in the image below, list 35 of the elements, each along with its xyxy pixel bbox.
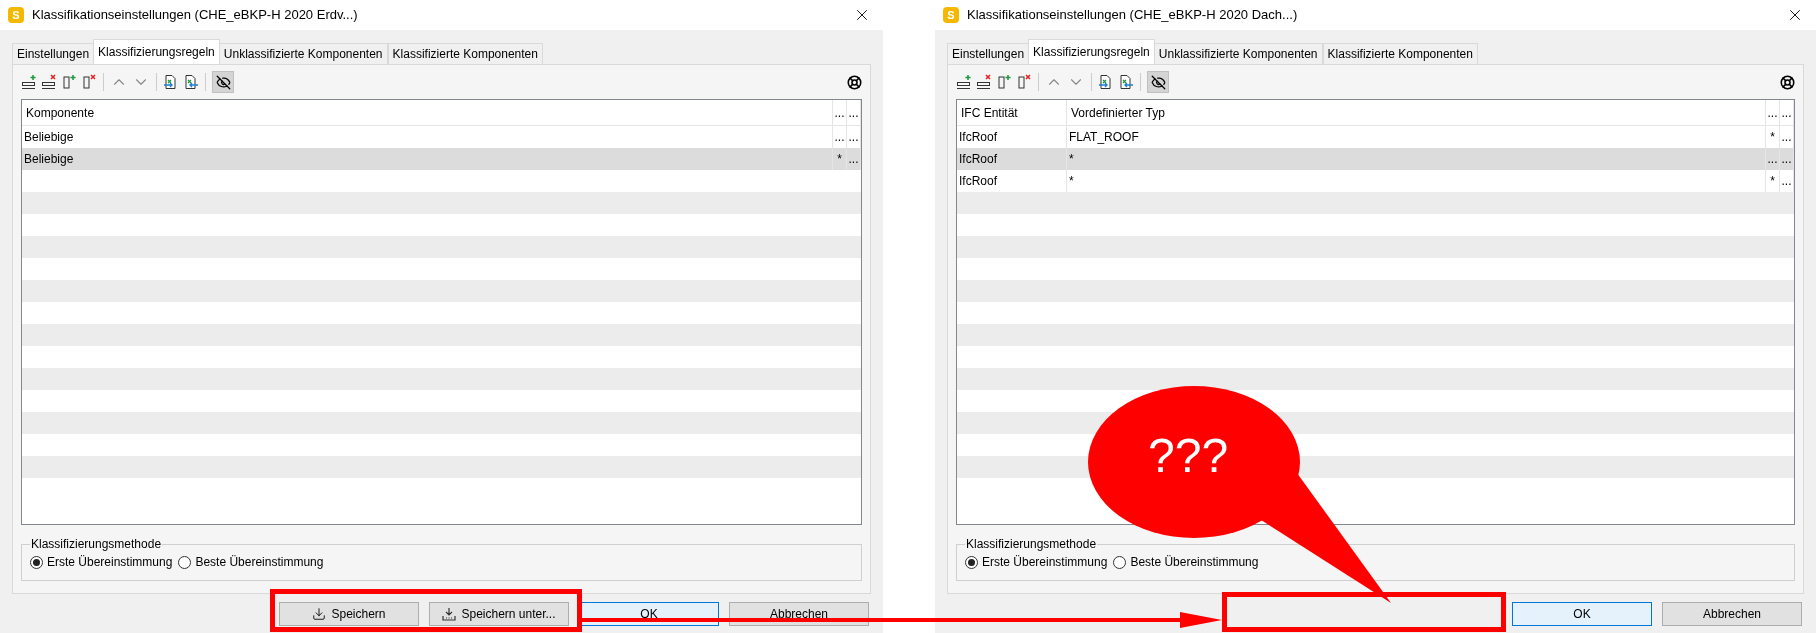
tab[interactable]: Klassifizierungsregeln <box>93 39 220 64</box>
radio-option[interactable]: Beste Übereinstimmung <box>1113 553 1259 571</box>
cancel-button[interactable]: Abbrechen <box>1662 601 1802 626</box>
callout-text: ??? <box>1148 432 1229 480</box>
column-header[interactable]: ... <box>1780 100 1794 125</box>
radio-option[interactable]: Erste Übereinstimmung <box>30 553 173 571</box>
table-row[interactable]: Beliebige * ... <box>22 148 861 170</box>
ok-button[interactable]: OK <box>1512 601 1652 626</box>
window-title: Klassifikationseinstellungen (CHE_eBKP-H 2020 Erdv...) <box>32 6 358 25</box>
radio-option[interactable]: Erste Übereinstimmung <box>965 553 1108 571</box>
window-title: Klassifikationseinstellungen (CHE_eBKP-H 2020 Dach...) <box>967 6 1298 25</box>
group-title: Klassifizierungsmethode <box>30 536 163 553</box>
tab[interactable]: Einstellungen <box>947 43 1030 64</box>
tab[interactable]: Klassifizierte Komponenten <box>1322 43 1478 64</box>
app-icon: S <box>943 7 959 23</box>
group-title: Klassifizierungsmethode <box>965 536 1098 553</box>
column-header[interactable]: Vordefinierter Typ <box>1067 100 1766 125</box>
table-row[interactable]: IfcRoof FLAT_ROOF * ... <box>957 126 1794 148</box>
tab[interactable]: Unklassifizierte Komponenten <box>1153 43 1323 64</box>
app-icon: S <box>8 7 24 23</box>
table-row[interactable]: IfcRoof * ... ... <box>957 148 1794 170</box>
column-header[interactable]: Komponente <box>22 100 833 125</box>
table-row[interactable]: Beliebige ... ... <box>22 126 861 148</box>
column-header[interactable]: ... <box>1766 100 1780 125</box>
save-as-button[interactable]: Speichern unter... <box>429 601 569 626</box>
table-row[interactable]: IfcRoof * * ... <box>957 170 1794 192</box>
tab[interactable]: Unklassifizierte Komponenten <box>218 43 388 64</box>
column-header[interactable]: ... <box>847 100 861 125</box>
column-header[interactable]: ... <box>833 100 847 125</box>
radio-option[interactable]: Beste Übereinstimmung <box>178 553 324 571</box>
tab[interactable]: Einstellungen <box>12 43 95 64</box>
tab[interactable]: Klassifizierte Komponenten <box>387 43 543 64</box>
column-header[interactable]: IFC Entität <box>957 100 1067 125</box>
save-button[interactable]: Speichern <box>279 601 419 626</box>
tab[interactable]: Klassifizierungsregeln <box>1028 39 1155 64</box>
